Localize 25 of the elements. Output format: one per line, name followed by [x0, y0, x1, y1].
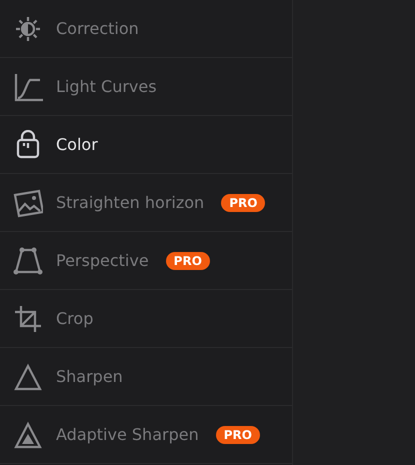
menu-label: Perspective: [56, 250, 149, 272]
pro-badge: PRO: [166, 252, 210, 270]
menu-item[interactable]: Light Curves: [0, 58, 292, 116]
menu-label: Crop: [56, 308, 94, 330]
image-icon: [13, 188, 43, 218]
menu-item[interactable]: Sharpen: [0, 348, 292, 406]
menu-item[interactable]: Straighten horizon PRO: [0, 174, 292, 232]
triangle-icon: [13, 362, 43, 392]
menu-item[interactable]: Color: [0, 116, 292, 174]
crop-icon: [13, 304, 43, 334]
menu-item[interactable]: Adaptive Sharpen PRO: [0, 406, 292, 464]
triangle-icon: [13, 420, 43, 450]
curve-icon: [13, 72, 43, 102]
menu-item[interactable]: Perspective PRO: [0, 232, 292, 290]
pro-badge: PRO: [221, 194, 266, 212]
menu-item[interactable]: Crop: [0, 290, 292, 348]
menu-label: Light Curves: [56, 76, 157, 98]
menu-item[interactable]: Correction: [0, 0, 292, 58]
pro-badge: PRO: [216, 426, 260, 444]
menu-label: Adaptive Sharpen: [56, 424, 199, 446]
perspective-icon: [13, 246, 43, 276]
menu-label: Straighten horizon: [56, 192, 204, 214]
menu-label: Color: [56, 134, 98, 156]
menu-label: Correction: [56, 18, 139, 40]
menu-label: Sharpen: [56, 366, 123, 388]
